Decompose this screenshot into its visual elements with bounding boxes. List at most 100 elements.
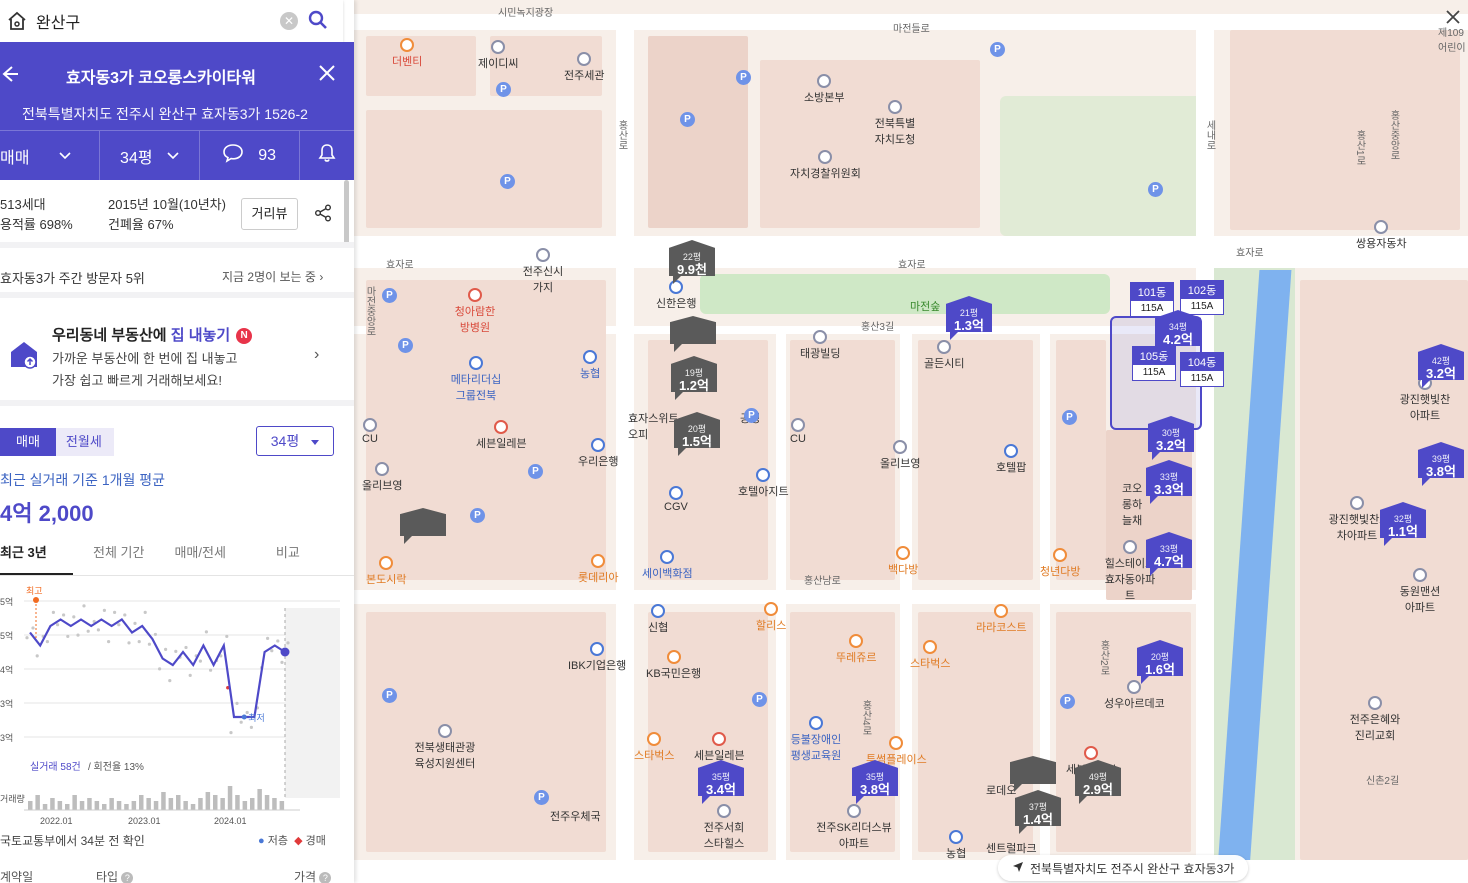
price-marker[interactable]: 33평 3.3억 bbox=[1146, 460, 1192, 504]
poi-lotteria[interactable]: 롯데리아 bbox=[578, 554, 618, 585]
current-location-pill[interactable]: 전북특별자치도 전주시 완산구 효자동3가 bbox=[998, 855, 1249, 881]
parking-icon[interactable]: P bbox=[1060, 694, 1075, 709]
poi-hollys[interactable]: 할리스 bbox=[756, 602, 786, 633]
share-icon[interactable] bbox=[314, 204, 332, 227]
poi-jdc[interactable]: 제이디씨 bbox=[478, 40, 518, 71]
poi-hotel-pop[interactable]: 호텔팝 bbox=[996, 444, 1026, 475]
tab-recent-3y[interactable]: 최근 3년 bbox=[0, 534, 73, 575]
parking-icon[interactable]: P bbox=[736, 70, 751, 85]
poi-kwangjin-2[interactable]: 광진햇빛찬2차아파트 bbox=[1326, 496, 1388, 543]
parking-icon[interactable]: P bbox=[398, 338, 413, 353]
poi-golden-city[interactable]: 골든시티 bbox=[924, 340, 964, 371]
poi-meta-leadership[interactable]: 메타리더십그룹전북 bbox=[446, 356, 506, 403]
notification-button[interactable] bbox=[300, 131, 354, 180]
poi-ibk[interactable]: IBK기업은행 bbox=[568, 642, 626, 673]
list-property-promo[interactable]: 우리동네 부동산에 집 내놓기 N 가까운 부동산에 한 번에 집 내놓고 가장 … bbox=[0, 304, 354, 406]
parking-icon[interactable]: P bbox=[1062, 410, 1077, 425]
size-select[interactable]: 34평 bbox=[256, 426, 334, 456]
parking-icon[interactable]: P bbox=[382, 688, 397, 703]
tab-sale[interactable]: 매매 bbox=[0, 428, 56, 456]
price-marker[interactable]: 30평 3.2억 bbox=[1148, 416, 1194, 460]
parking-icon[interactable]: P bbox=[1148, 182, 1163, 197]
poi-bondosirak[interactable]: 본도시락 bbox=[366, 556, 406, 587]
street-view-button[interactable]: 거리뷰 bbox=[241, 198, 298, 230]
poi-ssangyong[interactable]: 쌍용자동차 bbox=[1356, 220, 1407, 251]
poi-eco-center[interactable]: 전북생태관광육성지원센터 bbox=[412, 724, 478, 771]
poi-provincial-office[interactable]: 전북특별자치도청 bbox=[870, 100, 920, 147]
close-icon[interactable] bbox=[318, 62, 336, 88]
price-marker[interactable]: 33평 4.7억 bbox=[1146, 532, 1192, 576]
price-marker-empty[interactable] bbox=[1010, 756, 1056, 792]
price-marker[interactable]: 22평 9.9천 bbox=[669, 240, 715, 284]
parking-icon[interactable]: P bbox=[752, 692, 767, 707]
poi-post-office[interactable]: 전주우체국 bbox=[550, 808, 601, 824]
poi-theventi[interactable]: 더벤티 bbox=[392, 38, 422, 69]
poi-hotel-agit[interactable]: 호텔아지트 bbox=[738, 468, 789, 499]
poi-fire-hq[interactable]: 소방본부 bbox=[804, 74, 844, 105]
parking-icon[interactable]: P bbox=[990, 42, 1005, 57]
price-marker[interactable]: 32평 1.1억 bbox=[1380, 502, 1426, 546]
price-marker[interactable]: 37평 1.4억 bbox=[1015, 790, 1061, 834]
poi-youth-dabang[interactable]: 청년다방 bbox=[1040, 548, 1080, 579]
poi-lalacoste[interactable]: 라라코스트 bbox=[976, 604, 1027, 635]
price-marker-empty[interactable] bbox=[400, 508, 446, 544]
price-marker[interactable]: 20평 1.5억 bbox=[674, 412, 720, 456]
tab-all-period[interactable]: 전체 기간 bbox=[93, 534, 144, 575]
price-marker[interactable]: 39평 3.8억 bbox=[1418, 442, 1464, 486]
poi-olive-young[interactable]: 올리브영 bbox=[362, 462, 402, 493]
poi-starbucks[interactable]: 스타벅스 bbox=[910, 640, 950, 671]
comments-button[interactable]: 93 bbox=[200, 131, 300, 180]
poi-starbucks[interactable]: 스타벅스 bbox=[634, 732, 674, 763]
parking-icon[interactable]: P bbox=[680, 112, 695, 127]
price-marker[interactable]: 35평 3.4억 bbox=[698, 760, 744, 804]
poi-woori-bank[interactable]: 우리은행 bbox=[578, 438, 618, 469]
poi-hospital[interactable]: 청아람한방병원 bbox=[450, 288, 500, 335]
trade-type-dropdown[interactable]: 매매 bbox=[0, 131, 100, 180]
help-icon[interactable]: ? bbox=[319, 872, 332, 883]
tab-compare[interactable]: 비교 bbox=[276, 534, 300, 575]
parking-icon[interactable]: P bbox=[500, 174, 515, 189]
back-arrow-icon[interactable] bbox=[0, 64, 20, 90]
parking-icon[interactable]: P bbox=[496, 82, 511, 97]
parking-icon[interactable]: P bbox=[382, 288, 397, 303]
poi-seohee-starhills[interactable]: 전주서희스타힐스 bbox=[700, 804, 748, 851]
help-icon[interactable]: ? bbox=[121, 872, 134, 883]
poi-cu[interactable]: CU bbox=[790, 418, 806, 445]
poi-central-park[interactable]: 센트럴파크 bbox=[986, 840, 1037, 856]
parking-icon[interactable]: P bbox=[744, 408, 759, 423]
poi-police-committee[interactable]: 자치경찰위원회 bbox=[790, 150, 861, 181]
poi-nonghyup[interactable]: 농협 bbox=[580, 350, 600, 381]
poi-seven-eleven[interactable]: 세븐일레븐 bbox=[694, 732, 745, 763]
poi-kb[interactable]: KB국민은행 bbox=[646, 650, 701, 681]
parking-icon[interactable]: P bbox=[470, 508, 485, 523]
poi-sungwoo[interactable]: 성우아르데코 bbox=[1104, 680, 1165, 711]
poi-sk-leaders-view[interactable]: 전주SK리더스뷰아파트 bbox=[814, 804, 894, 851]
price-marker-empty[interactable] bbox=[670, 316, 716, 352]
tab-rent[interactable]: 전월세 bbox=[55, 428, 114, 456]
poi-dongwon[interactable]: 동원맨션아파트 bbox=[1398, 568, 1442, 615]
poi-say-dept[interactable]: 세이백화점 bbox=[642, 550, 693, 581]
poi-church[interactable]: 전주은혜와진리교회 bbox=[1346, 696, 1404, 743]
poi-shinhan[interactable]: 신한은행 bbox=[656, 280, 696, 311]
poi-olive-young[interactable]: 올리브영 bbox=[880, 440, 920, 471]
poi-majeonsup[interactable]: 마전숲 bbox=[910, 298, 940, 314]
poi-cgv[interactable]: CGV bbox=[664, 486, 688, 513]
poi-education-center[interactable]: 등불장애인평생교육원 bbox=[788, 716, 844, 763]
poi-taekwang[interactable]: 태광빌딩 bbox=[800, 330, 840, 361]
poi-seven-eleven[interactable]: 세븐일레븐 bbox=[476, 420, 527, 451]
poi-touslesjours[interactable]: 뚜레쥬르 bbox=[836, 634, 876, 665]
price-marker[interactable]: 35평 3.8억 bbox=[852, 760, 898, 804]
price-marker[interactable]: 19평 1.2억 bbox=[671, 356, 717, 400]
search-icon[interactable] bbox=[308, 10, 328, 35]
clear-search-icon[interactable]: ✕ bbox=[280, 12, 298, 30]
visitor-stats[interactable]: 효자동3가 주간 방문자 5위 지금 2명이 보는 중 › bbox=[0, 254, 354, 298]
poi-paik[interactable]: 백다방 bbox=[888, 546, 918, 577]
price-marker-selected[interactable]: 34평 4.2억 bbox=[1155, 310, 1201, 354]
area-dropdown[interactable]: 34평 bbox=[100, 131, 200, 180]
search-input[interactable] bbox=[36, 12, 266, 30]
parking-icon[interactable]: P bbox=[528, 464, 543, 479]
dong-box[interactable]: 104동 115A bbox=[1180, 352, 1224, 387]
price-marker[interactable]: 49평 2.9억 bbox=[1075, 760, 1121, 804]
poi-nonghyup[interactable]: 농협 bbox=[946, 830, 966, 861]
map-close-icon[interactable] bbox=[1444, 8, 1462, 26]
